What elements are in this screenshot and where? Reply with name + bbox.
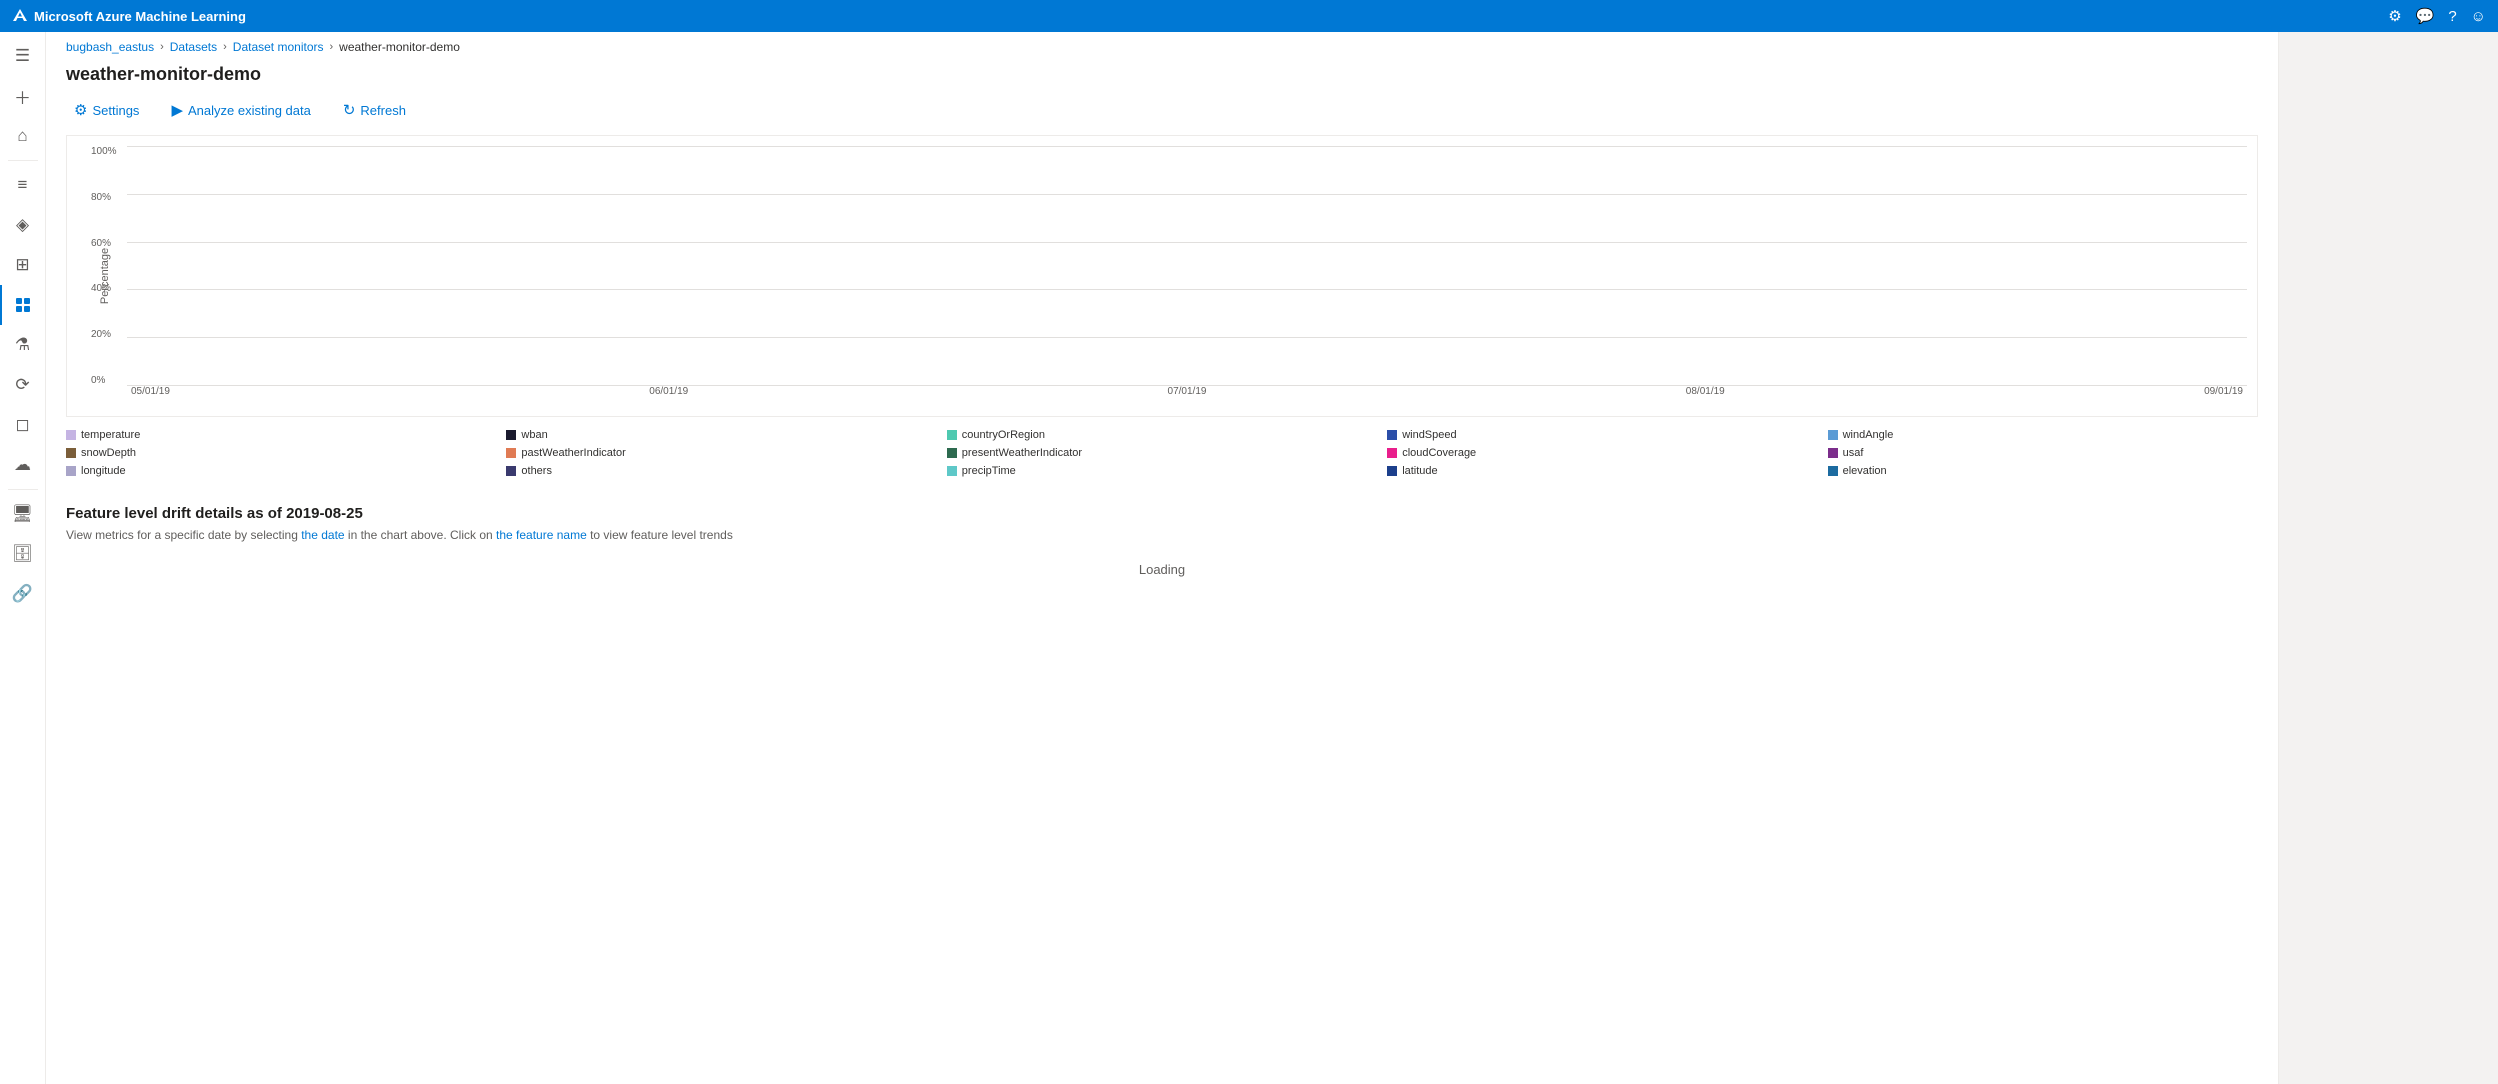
legend-color-presentWeatherIndicator — [947, 448, 957, 458]
sidebar-item-pipelines[interactable]: ⟳ — [0, 365, 45, 405]
feature-name-link[interactable]: the feature name — [496, 528, 587, 542]
toolbar: ⚙ Settings ▶ Analyze existing data ↻ Ref… — [46, 97, 2278, 135]
legend-item-windSpeed: windSpeed — [1387, 429, 1817, 441]
breadcrumb-monitors[interactable]: Dataset monitors — [233, 40, 324, 54]
legend-item-presentWeatherIndicator: presentWeatherIndicator — [947, 447, 1377, 459]
settings-btn-label: Settings — [92, 103, 139, 118]
sidebar-item-menu[interactable]: ☰ — [0, 36, 45, 76]
topbar: Microsoft Azure Machine Learning ⚙ 💬 ? ☺ — [0, 0, 2498, 32]
sidebar-item-datasets[interactable] — [0, 285, 45, 325]
chart-bars — [127, 146, 2247, 386]
legend-color-longitude — [66, 466, 76, 476]
sidebar-item-data[interactable]: ⊞ — [0, 245, 45, 285]
sidebar-item-home[interactable]: ⌂ — [0, 116, 45, 156]
legend-color-usaf — [1828, 448, 1838, 458]
legend-item-countryOrRegion: countryOrRegion — [947, 429, 1377, 441]
azure-logo-icon — [12, 8, 28, 24]
legend-color-temperature — [66, 430, 76, 440]
legend-item-wban: wban — [506, 429, 936, 441]
legend-color-latitude — [1387, 466, 1397, 476]
feature-section: Feature level drift details as of 2019-0… — [46, 485, 2278, 607]
date-link[interactable]: the date — [301, 528, 344, 542]
legend-item-elevation: elevation — [1828, 465, 2258, 477]
settings-icon[interactable]: ⚙ — [2388, 7, 2401, 25]
legend-color-others — [506, 466, 516, 476]
sidebar-item-experiments[interactable]: ⚗ — [0, 325, 45, 365]
legend-item-windAngle: windAngle — [1828, 429, 2258, 441]
analyze-btn-icon: ▶ — [171, 101, 183, 119]
legend-item-usaf: usaf — [1828, 447, 2258, 459]
user-icon[interactable]: ☺ — [2471, 8, 2486, 25]
feature-title: Feature level drift details as of 2019-0… — [66, 505, 2258, 522]
breadcrumb-current: weather-monitor-demo — [339, 40, 460, 54]
legend-item-snowDepth: snowDepth — [66, 447, 496, 459]
right-panel — [2278, 32, 2498, 1084]
legend-color-precipTime — [947, 466, 957, 476]
sidebar: ☰ ＋ ⌂ ≡ ◈ ⊞ ⚗ ⟳ ◻ ☁ 🖥 🗄 🔗 — [0, 32, 46, 1084]
feature-subtitle: View metrics for a specific date by sele… — [66, 528, 2258, 542]
legend-item-pastWeatherIndicator: pastWeatherIndicator — [506, 447, 936, 459]
legend-color-cloudCoverage — [1387, 448, 1397, 458]
legend-color-windSpeed — [1387, 430, 1397, 440]
breadcrumb-workspace[interactable]: bugbash_eastus — [66, 40, 154, 54]
breadcrumb: bugbash_eastus › Datasets › Dataset moni… — [46, 32, 2278, 58]
legend-color-elevation — [1828, 466, 1838, 476]
sidebar-divider-1 — [8, 160, 38, 161]
datasets-icon — [15, 297, 31, 313]
sidebar-divider-2 — [8, 489, 38, 490]
breadcrumb-sep-3: › — [329, 41, 333, 53]
legend-item-cloudCoverage: cloudCoverage — [1387, 447, 1817, 459]
analyze-button[interactable]: ▶ Analyze existing data — [163, 97, 318, 123]
refresh-btn-icon: ↻ — [343, 101, 356, 119]
chart-area[interactable]: Percentage 100% 80% 60% 40% 20% 0% — [127, 146, 2247, 406]
refresh-btn-label: Refresh — [360, 103, 406, 118]
sidebar-item-linked[interactable]: 🔗 — [0, 574, 45, 614]
legend-item-temperature: temperature — [66, 429, 496, 441]
settings-btn-icon: ⚙ — [74, 101, 87, 119]
loading-indicator: Loading — [66, 542, 2258, 597]
sidebar-item-datastores[interactable]: 🗄 — [0, 534, 45, 574]
drift-chart: Percentage 100% 80% 60% 40% 20% 0% — [66, 135, 2258, 417]
breadcrumb-sep-2: › — [223, 41, 227, 53]
feedback-icon[interactable]: 💬 — [2416, 7, 2435, 25]
legend-item-latitude: latitude — [1387, 465, 1817, 477]
y-axis-ticks: 100% 80% 60% 40% 20% 0% — [91, 146, 117, 386]
legend-item-precipTime: precipTime — [947, 465, 1377, 477]
topbar-actions: ⚙ 💬 ? ☺ — [2388, 7, 2486, 25]
legend-color-pastWeatherIndicator — [506, 448, 516, 458]
sidebar-item-endpoints[interactable]: ☁ — [0, 445, 45, 485]
legend-color-windAngle — [1828, 430, 1838, 440]
legend-item-others: others — [506, 465, 936, 477]
refresh-button[interactable]: ↻ Refresh — [335, 97, 414, 123]
main-layout: ☰ ＋ ⌂ ≡ ◈ ⊞ ⚗ ⟳ ◻ ☁ 🖥 🗄 🔗 bugbash_eastus… — [0, 32, 2498, 1084]
app-title-text: Microsoft Azure Machine Learning — [34, 9, 246, 24]
analyze-btn-label: Analyze existing data — [188, 103, 311, 118]
breadcrumb-datasets[interactable]: Datasets — [170, 40, 217, 54]
legend-color-countryOrRegion — [947, 430, 957, 440]
legend-color-wban — [506, 430, 516, 440]
sidebar-item-compute[interactable]: 🖥 — [0, 494, 45, 534]
legend-item-longitude: longitude — [66, 465, 496, 477]
help-icon[interactable]: ? — [2448, 8, 2456, 25]
breadcrumb-sep-1: › — [160, 41, 164, 53]
chart-legend: temperature wban countryOrRegion windSpe… — [46, 417, 2278, 485]
app-title: Microsoft Azure Machine Learning — [12, 8, 246, 24]
settings-button[interactable]: ⚙ Settings — [66, 97, 147, 123]
sidebar-item-create[interactable]: ＋ — [0, 76, 45, 116]
sidebar-item-overview[interactable]: ≡ — [0, 165, 45, 205]
sidebar-item-models[interactable]: ◈ — [0, 205, 45, 245]
content-area: bugbash_eastus › Datasets › Dataset moni… — [46, 32, 2278, 1084]
legend-color-snowDepth — [66, 448, 76, 458]
sidebar-item-models2[interactable]: ◻ — [0, 405, 45, 445]
x-axis: 05/01/19 06/01/19 07/01/19 08/01/19 09/0… — [127, 386, 2247, 406]
page-title: weather-monitor-demo — [46, 58, 2278, 97]
